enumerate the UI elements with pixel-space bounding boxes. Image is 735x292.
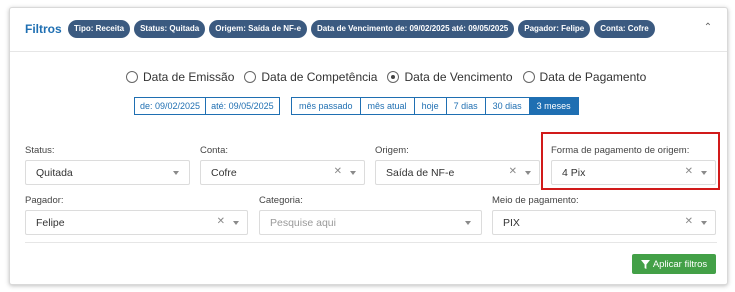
radio-data-vencimento[interactable]: Data de Vencimento — [387, 70, 513, 84]
meio-pagamento-label: Meio de pagamento: — [492, 195, 579, 206]
conta-value: Cofre — [211, 167, 237, 179]
filters-header[interactable]: Filtros Tipo: Receita Status: Quitada Or… — [10, 8, 727, 52]
chip-status: Status: Quitada — [134, 20, 206, 38]
chevron-down-icon[interactable] — [525, 171, 531, 175]
highlight-box — [541, 132, 720, 190]
chevron-down-icon[interactable] — [701, 221, 707, 225]
chevron-down-icon[interactable] — [233, 221, 239, 225]
radio-data-competencia[interactable]: Data de Competência — [244, 70, 377, 84]
clear-icon[interactable]: ✕ — [217, 216, 225, 227]
conta-label: Conta: — [200, 145, 228, 156]
range-3-meses-button[interactable]: 3 meses — [529, 97, 579, 115]
range-30-dias-button[interactable]: 30 dias — [485, 97, 530, 115]
clear-icon[interactable]: ✕ — [685, 216, 693, 227]
chip-data-vencimento: Data de Vencimento de: 09/02/2025 até: 0… — [311, 20, 515, 38]
radio-label: Data de Vencimento — [404, 70, 513, 84]
radio-label: Data de Competência — [261, 70, 378, 84]
clear-icon[interactable]: ✕ — [334, 166, 342, 177]
chip-conta: Conta: Cofre — [594, 20, 655, 38]
meio-pagamento-value: PIX — [503, 217, 520, 229]
apply-filters-label: Aplicar filtros — [652, 258, 708, 270]
pagador-label: Pagador: — [25, 195, 64, 206]
radio-label: Data de Pagamento — [539, 70, 647, 84]
date-range-inputs: de: 09/02/2025 até: 09/05/2025 — [134, 97, 280, 115]
filters-title: Filtros — [25, 22, 62, 36]
active-filter-chips: Tipo: Receita Status: Quitada Origem: Sa… — [68, 20, 655, 38]
section-divider — [25, 242, 717, 243]
radio-data-emissao[interactable]: Data de Emissão — [126, 70, 234, 84]
radio-circle[interactable] — [522, 71, 535, 83]
radio-data-pagamento[interactable]: Data de Pagamento — [522, 70, 647, 84]
categoria-label: Categoria: — [259, 195, 303, 206]
range-7-dias-button[interactable]: 7 dias — [446, 97, 486, 115]
filter-icon — [640, 259, 650, 269]
chevron-down-icon[interactable] — [465, 221, 471, 225]
status-label: Status: — [25, 145, 55, 156]
chevron-down-icon[interactable] — [173, 171, 179, 175]
apply-filters-button[interactable]: Aplicar filtros — [632, 254, 716, 274]
quick-range-buttons: mês passado mês atual hoje 7 dias 30 dia… — [291, 97, 579, 115]
range-hoje-button[interactable]: hoje — [414, 97, 447, 115]
origem-label: Origem: — [375, 145, 409, 156]
meio-pagamento-select[interactable]: PIX ✕ — [492, 210, 716, 235]
chip-tipo: Tipo: Receita — [68, 20, 131, 38]
conta-select[interactable]: Cofre ✕ — [200, 160, 365, 185]
radio-circle[interactable] — [244, 71, 257, 83]
chevron-up-icon[interactable]: ⌃ — [701, 21, 715, 35]
range-mes-atual-button[interactable]: mês atual — [360, 97, 415, 115]
radio-circle-selected[interactable] — [387, 71, 400, 83]
radio-label: Data de Emissão — [143, 70, 235, 84]
origem-value: Saída de NF-e — [386, 167, 455, 179]
clear-icon[interactable]: ✕ — [509, 166, 517, 177]
chevron-down-icon[interactable] — [350, 171, 356, 175]
pagador-value: Felipe — [36, 217, 65, 229]
origem-select[interactable]: Saída de NF-e ✕ — [375, 160, 540, 185]
status-value: Quitada — [36, 167, 73, 179]
chip-origem: Origem: Saída de NF-e — [209, 20, 308, 38]
range-mes-passado-button[interactable]: mês passado — [291, 97, 361, 115]
chip-pagador: Pagador: Felipe — [518, 20, 591, 38]
pagador-select[interactable]: Felipe ✕ — [25, 210, 248, 235]
date-type-radio-group: Data de Emissão Data de Competência Data… — [126, 70, 646, 84]
categoria-select[interactable]: Pesquise aqui — [259, 210, 482, 235]
date-to-input[interactable]: até: 09/05/2025 — [206, 97, 280, 115]
radio-circle[interactable] — [126, 71, 138, 83]
categoria-placeholder: Pesquise aqui — [270, 217, 336, 229]
status-select[interactable]: Quitada — [25, 160, 190, 185]
date-from-input[interactable]: de: 09/02/2025 — [134, 97, 207, 115]
